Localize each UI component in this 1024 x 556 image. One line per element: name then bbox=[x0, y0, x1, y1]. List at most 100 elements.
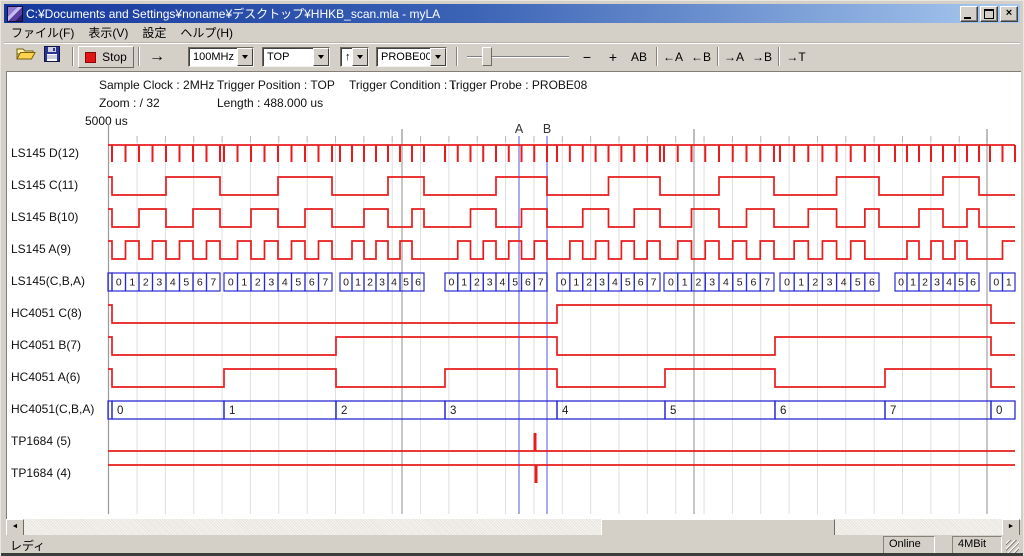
zoom-ab-button[interactable]: AB bbox=[626, 46, 652, 68]
status-bar: レディ Online 4MBit bbox=[4, 535, 1020, 554]
toolbar-separator bbox=[717, 47, 719, 66]
zoom-out-button[interactable]: − bbox=[576, 46, 598, 68]
bus-value: 0 bbox=[343, 277, 349, 289]
bus-value: 5 bbox=[403, 277, 409, 289]
stop-button[interactable]: Stop bbox=[78, 46, 134, 68]
status-online-badge: Online bbox=[883, 536, 935, 554]
trigger-position-combo[interactable]: TOP bbox=[262, 47, 330, 67]
scroll-right-arrow-icon: ► bbox=[1008, 523, 1015, 530]
save-button[interactable] bbox=[44, 46, 68, 68]
signal-row-hc4051-b-7- bbox=[108, 337, 1015, 355]
bus-value: 1 bbox=[355, 277, 361, 289]
bus-value: 1 bbox=[573, 277, 579, 289]
bus-value: 3 bbox=[487, 277, 493, 289]
bus-value: 1 bbox=[241, 277, 247, 289]
bus-value: 4 bbox=[391, 277, 397, 289]
bus-value: 2 bbox=[341, 405, 347, 417]
waveform-client-area: Sample Clock : 2MHz Trigger Position : T… bbox=[6, 71, 1021, 520]
bus-value: 0 bbox=[116, 277, 122, 289]
goto-trigger-button[interactable]: →T bbox=[783, 46, 809, 68]
stop-icon bbox=[85, 52, 96, 63]
bus-value: 0 bbox=[898, 277, 904, 289]
bus-value: 6 bbox=[309, 277, 315, 289]
signal-label: HC4051 B(7) bbox=[11, 338, 81, 352]
menu-help[interactable]: ヘルプ(H) bbox=[173, 22, 240, 43]
bus-value: 3 bbox=[379, 277, 385, 289]
maximize-button[interactable] bbox=[980, 6, 998, 22]
trigger-probe-combo[interactable]: PROBE00 bbox=[376, 47, 447, 67]
bus-value: 2 bbox=[586, 277, 592, 289]
move-a-left-button[interactable]: ←A bbox=[661, 46, 685, 68]
bus-value: 0 bbox=[668, 277, 674, 289]
signal-label: LS145 B(10) bbox=[11, 210, 78, 224]
signal-row-ls145-c-11- bbox=[108, 177, 1015, 195]
trigger-edge-combo[interactable]: ↑ bbox=[340, 47, 369, 67]
signal-label: LS145 A(9) bbox=[11, 242, 71, 256]
cursor-b-label: B bbox=[543, 122, 551, 136]
signal-row-hc4051-c-8- bbox=[108, 305, 1015, 323]
dropdown-arrow-icon[interactable] bbox=[430, 48, 446, 66]
signal-label: HC4051 C(8) bbox=[11, 306, 82, 320]
signal-label: LS145(C,B,A) bbox=[11, 274, 85, 288]
bus-value: 6 bbox=[638, 277, 644, 289]
dropdown-arrow-icon[interactable] bbox=[313, 48, 329, 66]
run-button[interactable]: → bbox=[142, 46, 172, 68]
bus-value: 6 bbox=[780, 405, 786, 417]
bus-value: 2 bbox=[695, 277, 701, 289]
bus-value: 2 bbox=[367, 277, 373, 289]
signal-label: TP1684 (5) bbox=[11, 434, 71, 448]
menu-file[interactable]: ファイル(F) bbox=[4, 22, 81, 43]
digital-waveform bbox=[108, 241, 1015, 259]
horizontal-scrollbar[interactable]: ◄ ► bbox=[6, 519, 1020, 535]
bus-value: 4 bbox=[612, 277, 618, 289]
signal-row-ls145-b-10- bbox=[108, 209, 1015, 227]
bus-cell bbox=[665, 401, 775, 419]
bus-value: 5 bbox=[625, 277, 631, 289]
bus-value: 2 bbox=[255, 277, 261, 289]
menu-view[interactable]: 表示(V) bbox=[81, 22, 135, 43]
signal-row-hc4051-c-b-a-: 012345670 bbox=[108, 401, 1015, 419]
dropdown-arrow-icon[interactable] bbox=[352, 48, 368, 66]
signal-row-ls145-c-b-a-: 0123456701234567012345601234567012345670… bbox=[108, 273, 1015, 291]
bus-value: 6 bbox=[525, 277, 531, 289]
bus-value: 5 bbox=[512, 277, 518, 289]
toolbar-separator bbox=[456, 47, 458, 66]
minimize-icon bbox=[964, 17, 971, 19]
bus-value: 1 bbox=[910, 277, 916, 289]
signal-row-ls145-a-9- bbox=[108, 241, 1015, 259]
bus-value: 5 bbox=[737, 277, 743, 289]
signal-row-tp1684-5- bbox=[108, 433, 1015, 451]
bus-value: 3 bbox=[934, 277, 940, 289]
bus-value: 3 bbox=[450, 405, 456, 417]
move-a-right-button[interactable]: →A bbox=[722, 46, 746, 68]
bus-cell bbox=[885, 401, 991, 419]
dropdown-arrow-icon[interactable] bbox=[237, 48, 253, 66]
digital-waveform bbox=[108, 209, 1015, 227]
move-b-right-button[interactable]: →B bbox=[750, 46, 774, 68]
bus-value: 7 bbox=[538, 277, 544, 289]
close-button[interactable]: × bbox=[1000, 6, 1018, 22]
bus-value: 4 bbox=[841, 277, 847, 289]
bus-value: 1 bbox=[229, 405, 235, 417]
menu-settings[interactable]: 設定 bbox=[135, 22, 173, 43]
bus-value: 0 bbox=[117, 405, 123, 417]
digital-waveform bbox=[108, 177, 1015, 195]
sample-clock-combo[interactable]: 100MHz bbox=[188, 47, 254, 67]
resize-grip[interactable] bbox=[1006, 540, 1019, 553]
open-file-button[interactable] bbox=[16, 46, 42, 68]
bus-value: 0 bbox=[228, 277, 234, 289]
bus-value: 7 bbox=[210, 277, 216, 289]
zoom-slider-thumb[interactable] bbox=[482, 47, 492, 66]
bus-value: 6 bbox=[415, 277, 421, 289]
bus-value: 4 bbox=[723, 277, 729, 289]
digital-waveform bbox=[108, 369, 1015, 387]
toolbar-separator bbox=[778, 47, 780, 66]
zoom-in-button[interactable]: + bbox=[602, 46, 624, 68]
bus-value: 6 bbox=[750, 277, 756, 289]
signal-label: HC4051 A(6) bbox=[11, 370, 80, 384]
run-arrow-icon: → bbox=[149, 48, 165, 66]
title-bar: C:¥Documents and Settings¥noname¥デスクトップ¥… bbox=[4, 4, 1020, 23]
signal-label: LS145 D(12) bbox=[11, 146, 79, 160]
move-b-left-button[interactable]: ←B bbox=[689, 46, 713, 68]
minimize-button[interactable] bbox=[960, 6, 978, 22]
